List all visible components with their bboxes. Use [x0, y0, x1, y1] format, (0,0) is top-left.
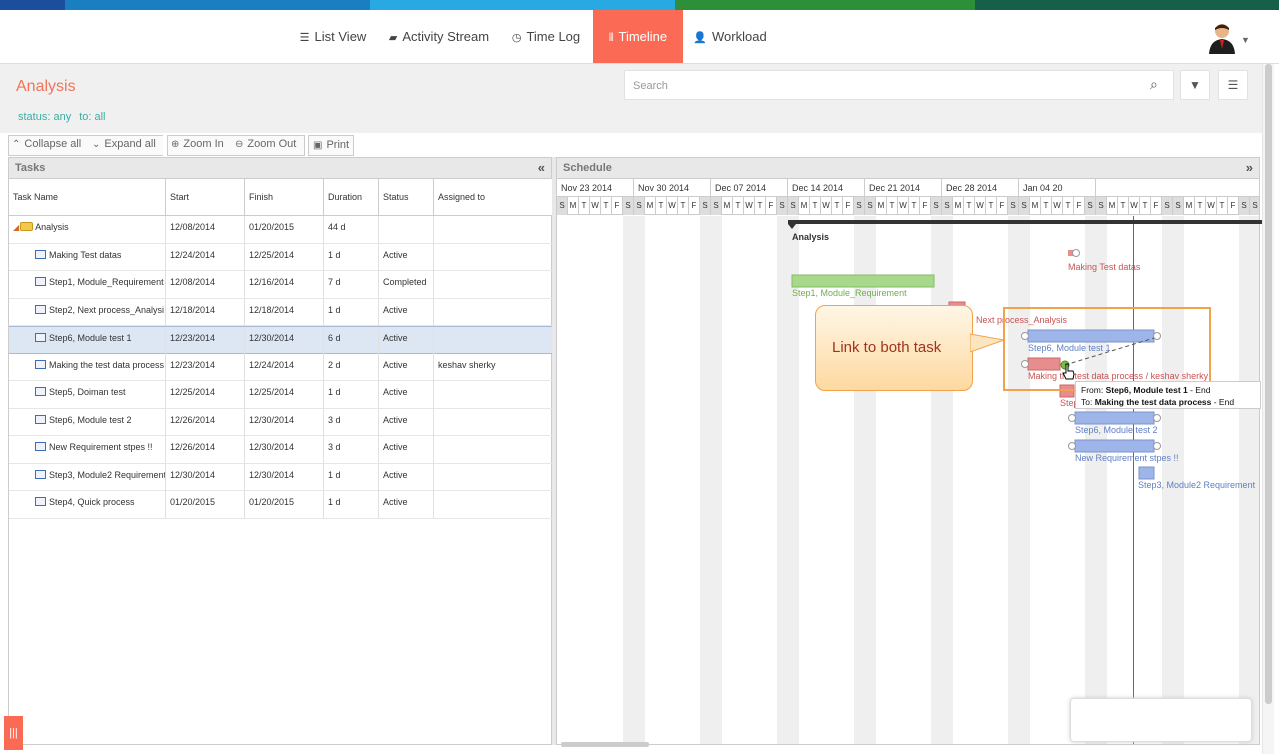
vertical-scroll-thumb[interactable]	[1265, 64, 1272, 704]
link-handle[interactable]	[1153, 442, 1161, 450]
link-handle[interactable]	[1068, 442, 1076, 450]
summary-start-marker	[788, 224, 796, 229]
annotation-callout: Link to both task	[815, 305, 973, 391]
label-making-test: Making Test datas	[1068, 262, 1141, 272]
label-summary: Analysis	[792, 232, 830, 242]
bars-icon: |||	[9, 727, 18, 739]
notification-popup	[1070, 698, 1252, 742]
link-handle[interactable]	[1153, 414, 1161, 422]
link-tooltip: From: Step6, Module test 1 - End To: Mak…	[1075, 381, 1261, 409]
label-new-requirement: New Requirement stpes !!	[1075, 453, 1179, 463]
side-toggle-button[interactable]: |||	[4, 716, 23, 750]
tooltip-to: To: Making the test data process - End	[1081, 397, 1235, 407]
vertical-scrollbar[interactable]	[1262, 64, 1274, 754]
bar-step6-test2[interactable]	[1074, 411, 1155, 425]
annotation-highlight-box	[1003, 307, 1211, 391]
bar-new-requirement[interactable]	[1074, 439, 1155, 453]
summary-bar[interactable]	[788, 220, 1262, 224]
tooltip-from: From: Step6, Module test 1 - End	[1081, 385, 1211, 395]
label-step6-test2: Step6, Module test 2	[1075, 425, 1158, 435]
hand-cursor-icon	[1062, 363, 1075, 380]
horizontal-scrollbar[interactable]	[561, 742, 649, 747]
bar-step3[interactable]	[1138, 466, 1155, 480]
link-handle[interactable]	[1068, 414, 1076, 422]
callout-pointer	[970, 333, 1006, 353]
label-step1: Step1, Module_Requirement	[792, 288, 907, 298]
label-step3: Step3, Module2 Requirement	[1138, 480, 1256, 490]
bar-step1[interactable]	[791, 274, 935, 288]
link-handle[interactable]	[1072, 249, 1080, 257]
